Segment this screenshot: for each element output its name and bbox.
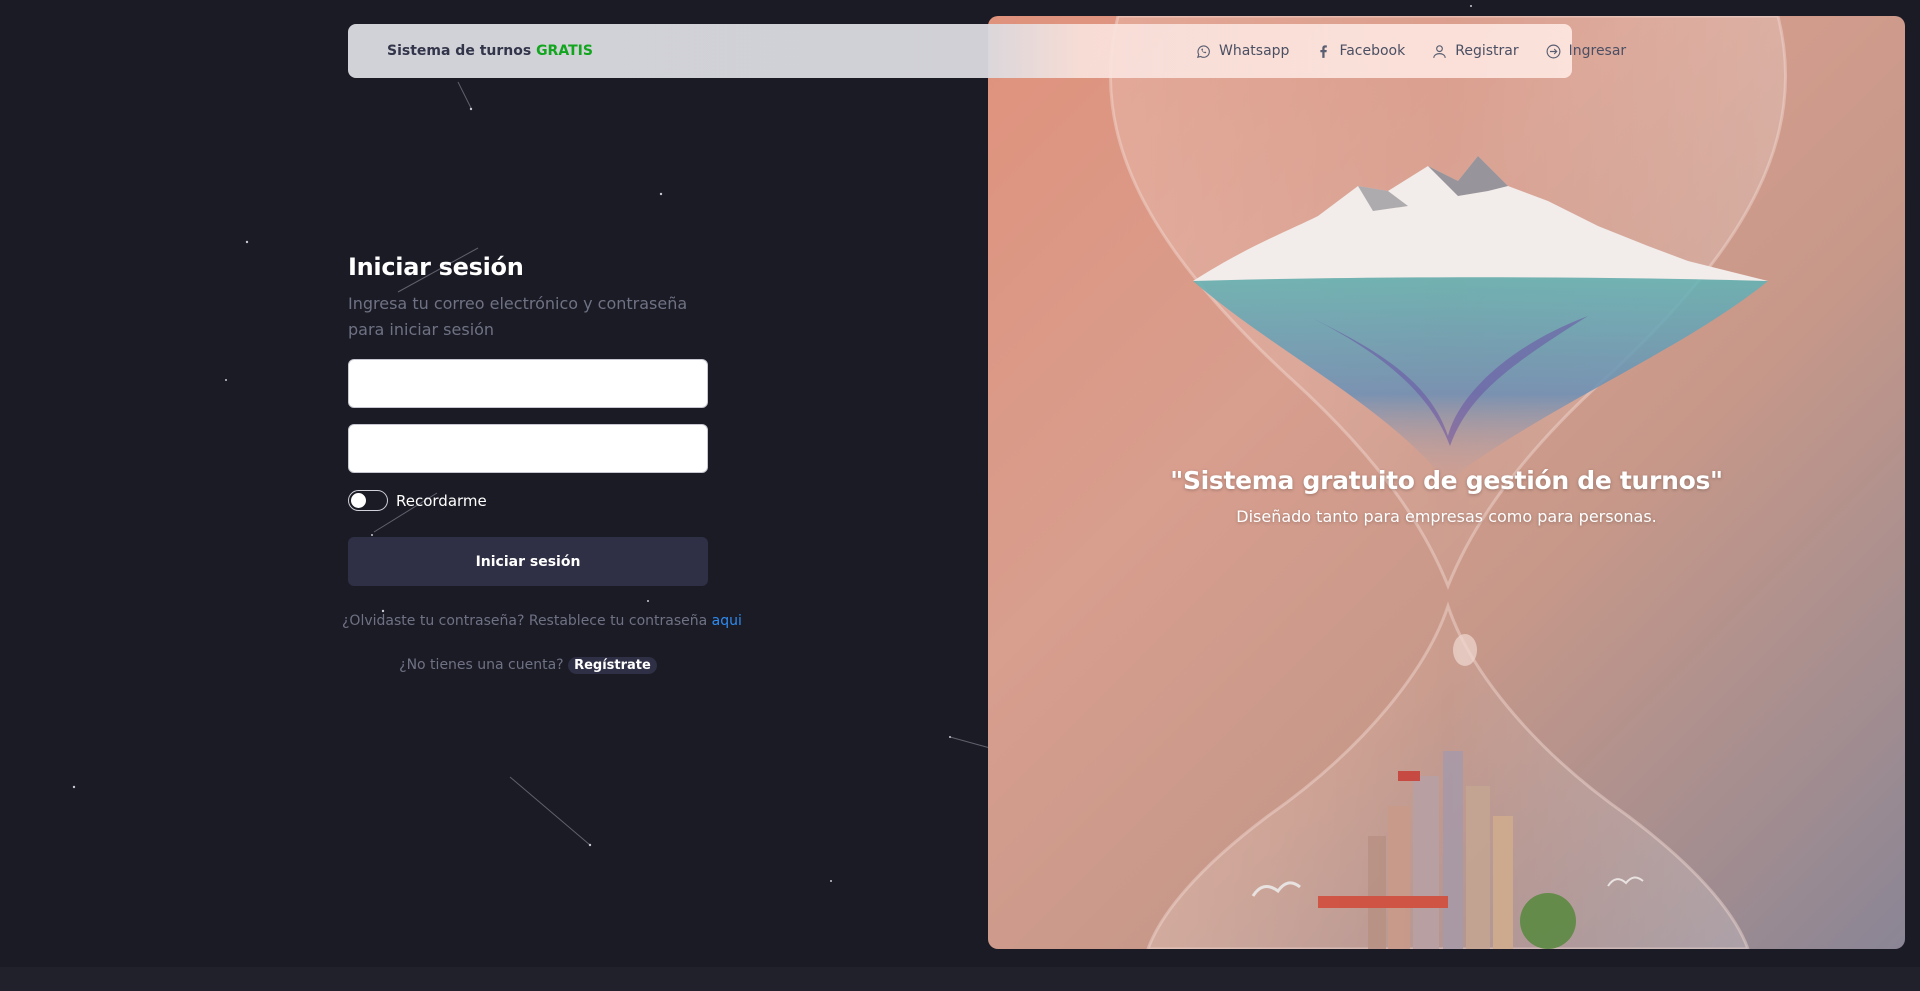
sign-in-icon xyxy=(1546,44,1561,58)
nav-links: Whatsapp Facebook Registrar Ingresar xyxy=(1195,43,1626,60)
forgot-password-link[interactable]: aqui xyxy=(712,613,742,629)
login-title: Iniciar sesión xyxy=(348,253,524,281)
forgot-password-label: ¿Olvidaste tu contraseña? Restablece tu … xyxy=(342,613,708,629)
nav-login-label: Ingresar xyxy=(1568,43,1627,59)
facebook-icon xyxy=(1320,44,1328,58)
forgot-password-text: ¿Olvidaste tu contraseña? Restablece tu … xyxy=(342,613,742,629)
top-navbar: Sistema de turnos GRATIS Whatsapp Facebo… xyxy=(348,24,1626,78)
nav-register-link[interactable]: Registrar xyxy=(1431,43,1519,60)
bottom-bar xyxy=(0,967,1920,991)
login-form: Iniciar sesión Ingresa tu correo electró… xyxy=(342,253,742,674)
nav-login-link[interactable]: Ingresar xyxy=(1545,43,1627,60)
nav-whatsapp-label: Whatsapp xyxy=(1219,43,1290,59)
hero-panel: "Sistema gratuito de gestión de turnos" … xyxy=(988,16,1905,949)
brand-text: Sistema de turnos xyxy=(387,43,532,59)
nav-facebook-link[interactable]: Facebook xyxy=(1315,43,1405,60)
signup-label: ¿No tienes una cuenta? xyxy=(399,657,564,673)
nav-whatsapp-link[interactable]: Whatsapp xyxy=(1195,43,1289,60)
email-field[interactable] xyxy=(348,359,708,408)
remember-toggle[interactable] xyxy=(348,490,388,511)
hero-title: "Sistema gratuito de gestión de turnos" xyxy=(1170,466,1723,495)
user-icon xyxy=(1433,44,1446,58)
nav-facebook-label: Facebook xyxy=(1339,43,1406,59)
brand-highlight: GRATIS xyxy=(536,43,593,59)
signup-link[interactable]: Regístrate xyxy=(568,657,657,674)
login-subtitle: Ingresa tu correo electrónico y contrase… xyxy=(348,294,688,339)
whatsapp-icon xyxy=(1196,44,1210,58)
remember-label: Recordarme xyxy=(396,491,487,510)
brand-logo[interactable]: Sistema de turnos GRATIS xyxy=(387,43,593,59)
signup-prompt: ¿No tienes una cuenta? Regístrate xyxy=(348,657,708,674)
nav-register-label: Registrar xyxy=(1455,43,1519,59)
remember-row: Recordarme xyxy=(348,490,708,511)
hero-subtitle: Diseñado tanto para empresas como para p… xyxy=(1236,507,1657,526)
toggle-knob xyxy=(351,493,366,508)
login-submit-button[interactable]: Iniciar sesión xyxy=(348,537,708,586)
password-field[interactable] xyxy=(348,424,708,473)
